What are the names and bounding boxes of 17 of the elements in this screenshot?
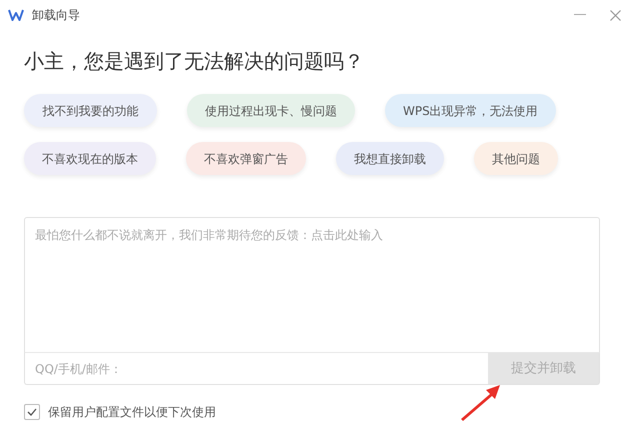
heading: 小主，您是遇到了无法解决的问题吗？ <box>24 48 365 75</box>
checkbox[interactable] <box>24 404 40 420</box>
reason-chip[interactable]: 不喜欢现在的版本 <box>24 142 156 175</box>
check-icon <box>27 408 37 416</box>
minimize-icon[interactable] <box>574 14 586 16</box>
reason-chip[interactable]: 其他问题 <box>474 142 558 175</box>
contact-field[interactable]: QQ/手机/邮件： <box>24 353 488 385</box>
reason-chip[interactable]: 找不到我要的功能 <box>24 94 157 127</box>
reason-chip[interactable]: 不喜欢弹窗广告 <box>186 142 306 175</box>
feedback-field[interactable]: 最怕您什么都不说就离开，我们非常期待您的反馈：点击此处输入 <box>24 217 600 353</box>
checkbox-label: 保留用户配置文件以便下次使用 <box>48 404 216 421</box>
window-title: 卸载向导 <box>32 7 80 24</box>
app-logo-icon <box>8 9 24 21</box>
reason-chip[interactable]: 使用过程出现卡、慢问题 <box>187 94 355 127</box>
reason-chip[interactable]: WPS出现异常，无法使用 <box>385 94 556 127</box>
reason-chip[interactable]: 我想直接卸载 <box>336 142 444 175</box>
close-icon[interactable] <box>610 10 621 20</box>
